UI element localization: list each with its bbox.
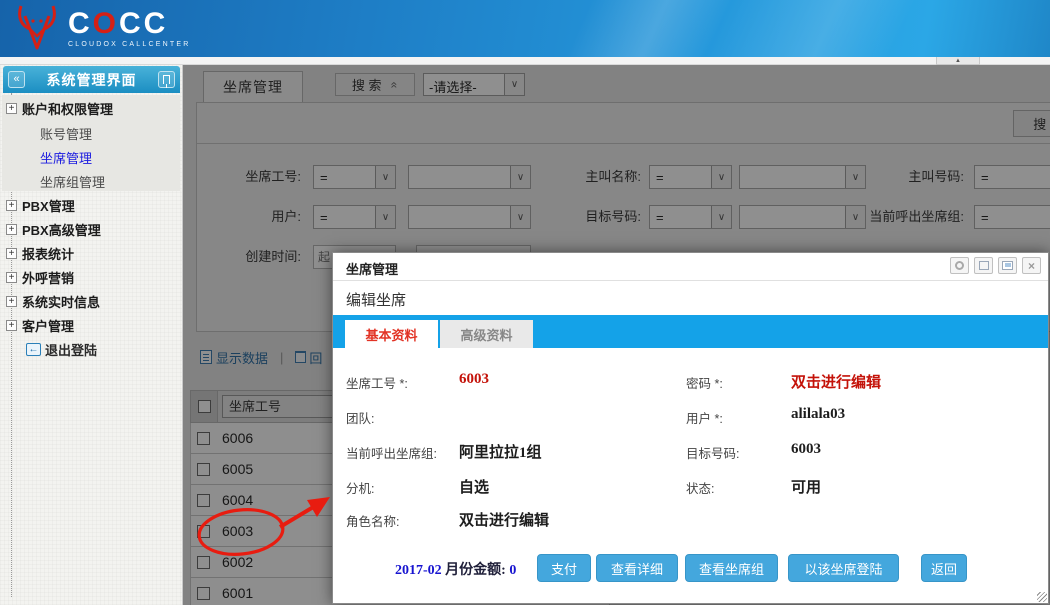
sidebar-item-outbound-marketing[interactable]: +外呼营销 — [6, 268, 74, 286]
sidebar-item-seat-mgmt[interactable]: 坐席管理 — [40, 148, 92, 166]
view-detail-button[interactable]: 查看详细 — [596, 554, 678, 582]
circle-icon — [955, 261, 964, 270]
expand-plus-icon[interactable]: + — [6, 296, 17, 307]
sidebar-header: « 系统管理界面 — [3, 66, 180, 93]
dialog-subtitle: 编辑坐席 — [346, 289, 406, 310]
value-seat-id[interactable]: 6003 — [459, 371, 489, 388]
expand-plus-icon[interactable]: + — [6, 248, 17, 259]
bull-logo-icon — [14, 4, 60, 52]
sidebar-tree: +账户和权限管理 账号管理 坐席管理 坐席组管理 +PBX管理 +PBX高级管理… — [0, 93, 182, 605]
login-as-seat-button[interactable]: 以该坐席登陆 — [788, 554, 899, 582]
dialog-footer: 2017-02 月份金额: 0 支付 查看详细 查看坐席组 以该坐席登陆 返回 — [333, 554, 1048, 584]
label-team: 团队: — [346, 408, 374, 427]
label-current-outbound-group: 当前呼出坐席组: — [346, 443, 437, 462]
sidebar-item-report-stats[interactable]: +报表统计 — [6, 244, 74, 262]
dialog-titlebar[interactable]: 坐席管理 × — [333, 253, 1048, 281]
expand-plus-icon[interactable]: + — [6, 320, 17, 331]
label-role-name: 角色名称: — [346, 511, 399, 530]
label-target-number: 目标号码: — [686, 443, 739, 462]
expand-plus-icon[interactable]: + — [6, 103, 17, 114]
label-user: 用户 *: — [686, 408, 723, 427]
return-button[interactable]: 返回 — [921, 554, 967, 582]
collapse-banner-handle[interactable]: ▲ — [936, 57, 980, 65]
maximize-icon — [979, 261, 989, 270]
window-controls: × — [950, 257, 1041, 274]
label-seat-id: 坐席工号 *: — [346, 373, 408, 392]
view-seat-group-button[interactable]: 查看坐席组 — [685, 554, 778, 582]
value-current-outbound-group[interactable]: 阿里拉拉1组 — [459, 441, 542, 462]
top-banner: COCC CLOUDOX CALLCENTER — [0, 0, 1050, 57]
value-extension[interactable]: 自选 — [459, 476, 489, 497]
tab-advanced-info[interactable]: 高级资料 — [440, 320, 533, 348]
value-user[interactable]: alilala03 — [791, 406, 845, 423]
sidebar-item-system-realtime[interactable]: +系统实时信息 — [6, 292, 100, 310]
seat-edit-dialog: 坐席管理 × 编辑坐席 基本资料 高级资料 坐席工号 *: 6003 密码 *:… — [332, 252, 1049, 604]
window-close-button[interactable]: × — [1022, 257, 1041, 274]
sidebar: « 系统管理界面 +账户和权限管理 账号管理 坐席管理 坐席组管理 +PBX管理… — [0, 65, 183, 605]
sidebar-item-pbx-mgmt[interactable]: +PBX管理 — [6, 196, 75, 214]
sidebar-item-pbx-advanced[interactable]: +PBX高级管理 — [6, 220, 101, 238]
app-logo: COCC CLOUDOX CALLCENTER — [14, 4, 190, 52]
logout-back-arrow-icon: ← — [26, 343, 41, 356]
pin-icon — [163, 75, 170, 84]
triangle-up-icon: ▲ — [955, 58, 961, 64]
sidebar-title: 系统管理界面 — [47, 70, 137, 90]
sidebar-item-logout[interactable]: ←退出登陆 — [26, 340, 97, 358]
sidebar-collapse-button[interactable]: « — [8, 71, 25, 88]
pay-button[interactable]: 支付 — [537, 554, 591, 582]
window-maximize-button[interactable] — [974, 257, 993, 274]
logo-wordmark: COCC — [68, 9, 190, 39]
tab-basic-info[interactable]: 基本资料 — [345, 320, 438, 348]
restore-icon — [1002, 261, 1013, 270]
sidebar-item-customer-mgmt[interactable]: +客户管理 — [6, 316, 74, 334]
label-extension: 分机: — [346, 478, 374, 497]
sidebar-item-account-permissions[interactable]: +账户和权限管理 — [6, 99, 113, 117]
window-restore-button[interactable] — [998, 257, 1017, 274]
label-password: 密码 *: — [686, 373, 723, 392]
close-icon: × — [1028, 260, 1035, 272]
value-status[interactable]: 可用 — [791, 476, 821, 497]
expand-plus-icon[interactable]: + — [6, 200, 17, 211]
expand-plus-icon[interactable]: + — [6, 224, 17, 235]
value-password[interactable]: 双击进行编辑 — [791, 371, 881, 392]
sidebar-pin-button[interactable] — [158, 71, 175, 88]
expand-plus-icon[interactable]: + — [6, 272, 17, 283]
value-target-number[interactable]: 6003 — [791, 441, 821, 458]
dialog-title: 坐席管理 — [346, 259, 398, 278]
dialog-tabbar: 基本资料 高级资料 — [333, 315, 1048, 348]
logo-subtext: CLOUDOX CALLCENTER — [68, 41, 190, 48]
top-strip: ▲ — [0, 57, 1050, 65]
sidebar-item-seat-group-mgmt[interactable]: 坐席组管理 — [40, 172, 105, 190]
chevron-double-left-icon: « — [13, 73, 19, 85]
monthly-amount-text: 2017-02 月份金额: 0 — [395, 559, 516, 579]
value-role-name[interactable]: 双击进行编辑 — [459, 509, 549, 530]
sidebar-item-account-mgmt[interactable]: 账号管理 — [40, 124, 92, 142]
label-status: 状态: — [686, 478, 714, 497]
window-collapse-button[interactable] — [950, 257, 969, 274]
